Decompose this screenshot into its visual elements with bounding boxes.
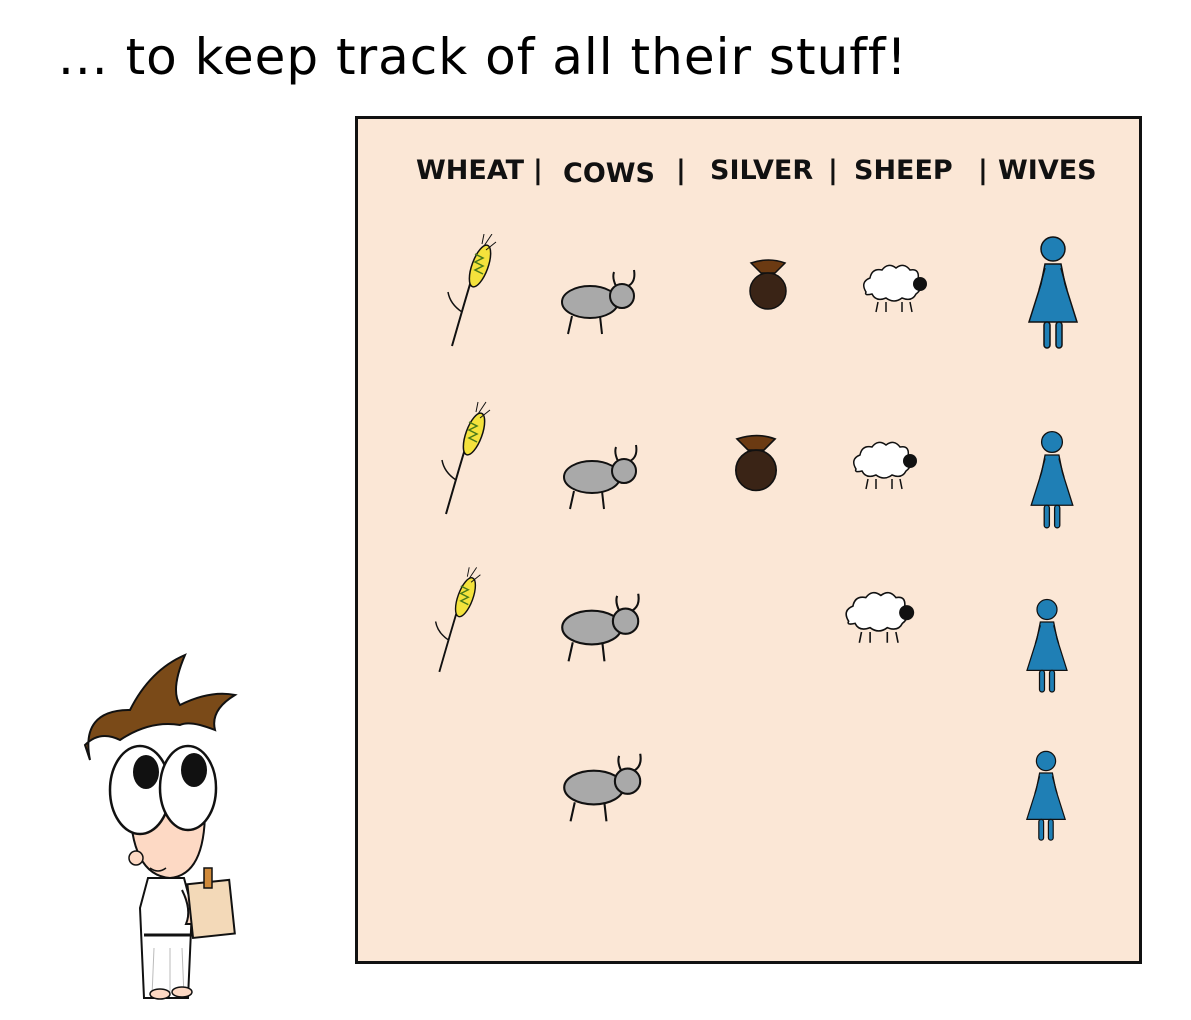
woman-icon <box>1026 598 1068 693</box>
header-cows: COWS <box>563 158 655 189</box>
header-separator: | <box>828 155 838 186</box>
header-separator: | <box>533 155 543 186</box>
woman-icon <box>1027 236 1079 349</box>
sheep-icon <box>845 591 915 643</box>
header-silver: SILVER <box>710 155 814 186</box>
hair-icon <box>83 653 238 761</box>
cow-icon <box>561 593 640 662</box>
wheat-icon <box>434 567 481 673</box>
header-separator: | <box>978 155 988 186</box>
woman-icon <box>1025 750 1067 841</box>
header-wives: WIVES <box>998 155 1097 186</box>
header-separator: | <box>676 155 686 186</box>
cow-icon <box>561 269 636 335</box>
tally-board: WHEAT | COWS | SILVER | SHEEP | WIVES <box>355 116 1142 964</box>
header-sheep: SHEEP <box>854 155 953 186</box>
header-wheat: WHEAT <box>416 155 525 186</box>
sheep-icon <box>853 441 917 490</box>
wheat-icon <box>447 234 497 347</box>
sheep-icon <box>863 264 927 313</box>
wheat-icon <box>441 401 491 515</box>
silver-bag-icon <box>735 434 777 492</box>
silver-bag-icon <box>749 259 787 310</box>
cow-icon <box>563 444 638 510</box>
stylus-icon <box>203 867 213 889</box>
caption-text: ... to keep track of all their stuff! <box>58 28 908 86</box>
cow-icon <box>563 753 642 822</box>
column-headers: WHEAT | COWS | SILVER | SHEEP | WIVES <box>358 155 1139 191</box>
scribe-character <box>83 653 238 1000</box>
woman-icon <box>1030 430 1074 529</box>
